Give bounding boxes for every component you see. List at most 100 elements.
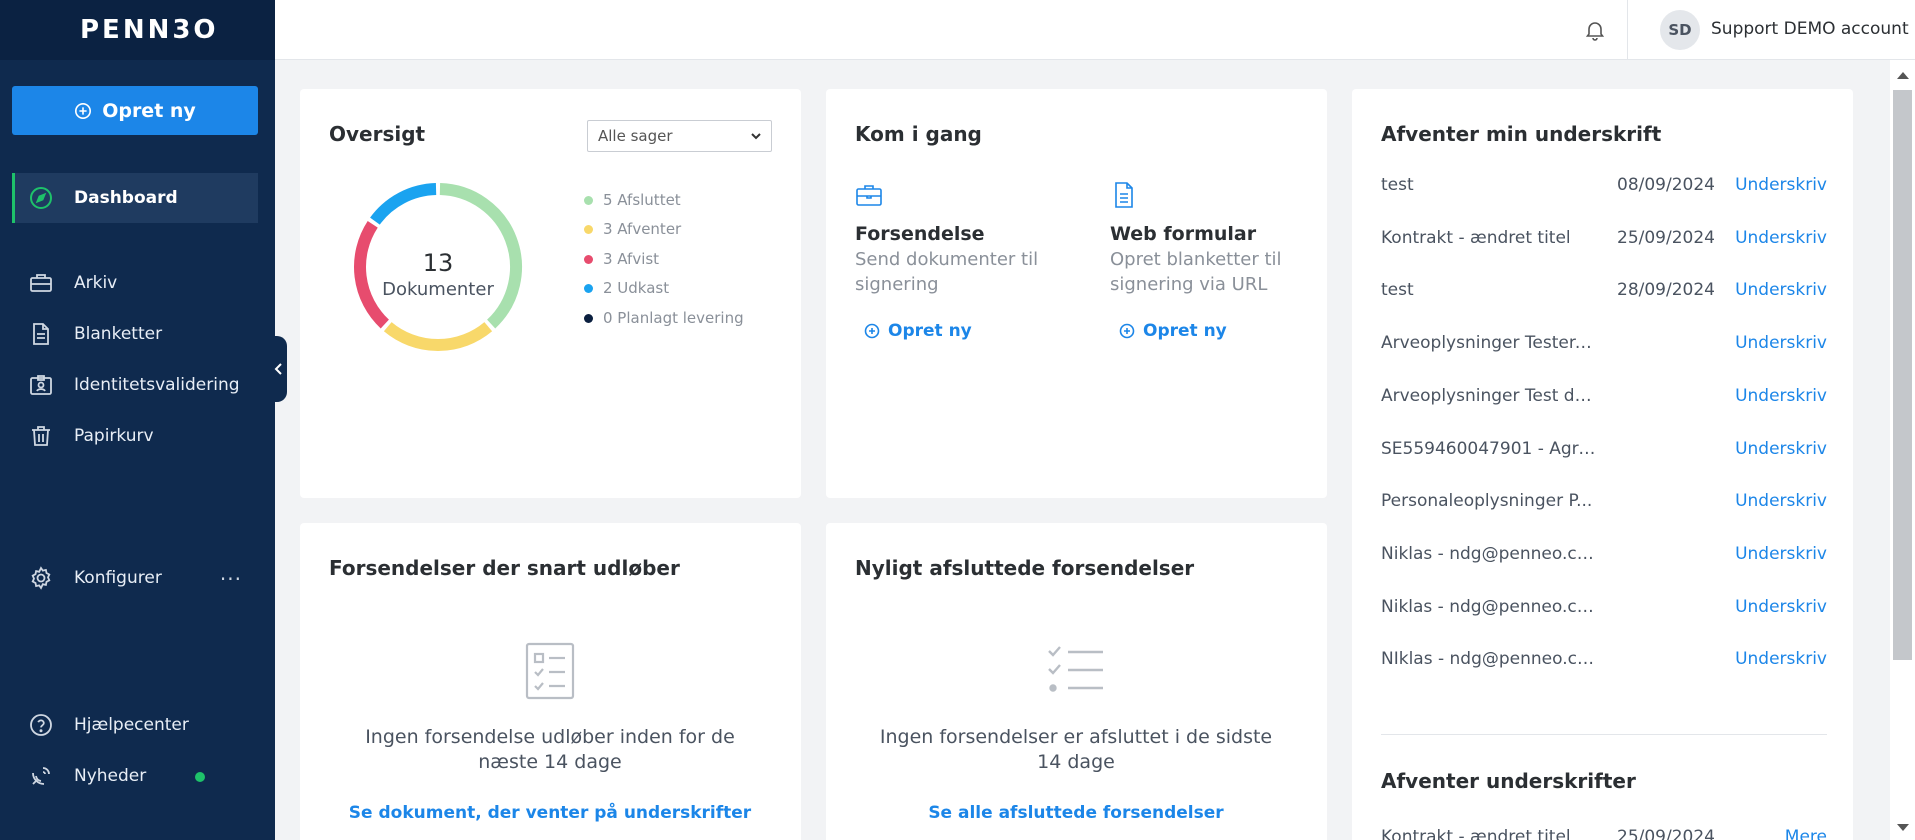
sidebar-item-forms[interactable]: Blanketter — [12, 309, 258, 359]
create-shipment-label: Opret ny — [888, 321, 972, 341]
row-date: 28/09/2024 — [1617, 280, 1715, 301]
sign-link[interactable]: Underskriv — [1735, 544, 1827, 564]
table-row: SE559460047901 - Agre... Underskriv — [1381, 439, 1827, 465]
topbar: SD Support DEMO account — [275, 0, 1915, 60]
topbar-divider — [1627, 0, 1628, 60]
collapse-sidebar-button[interactable] — [271, 336, 287, 402]
account-name[interactable]: Support DEMO account — [1711, 19, 1909, 39]
row-date: 25/09/2024 — [1617, 227, 1715, 248]
sign-link[interactable]: Underskriv — [1735, 597, 1827, 617]
shipment-description: Send dokumenter til signering — [855, 249, 1039, 295]
briefcase-icon — [28, 270, 54, 296]
checklist-icon — [525, 642, 575, 700]
expiring-shipments-card: Forsendelser der snart udløber Ingen for… — [300, 523, 801, 840]
chevron-down-icon — [751, 133, 761, 140]
plus-circle-icon — [1119, 323, 1135, 339]
sidebar-item-configure[interactable]: Konfigurer ··· — [12, 553, 258, 603]
sign-link[interactable]: Underskriv — [1735, 280, 1827, 300]
sidebar-item-dashboard[interactable]: Dashboard — [12, 173, 258, 223]
section-divider — [1381, 734, 1827, 735]
table-row: NIklas - ndg@penneo.com Underskriv — [1381, 649, 1827, 675]
recently-completed-card: Nyligt afsluttede forsendelser Ingen for… — [826, 523, 1327, 840]
overview-card: Oversigt Alle sager 13 Dokumenter 5 Afsl… — [300, 89, 801, 498]
compass-icon — [28, 185, 54, 211]
sign-link[interactable]: Underskriv — [1735, 175, 1827, 195]
view-completed-shipments-link[interactable]: Se alle afsluttede forsendelser — [826, 803, 1326, 823]
document-icon — [1115, 182, 1133, 208]
overview-title: Oversigt — [329, 122, 426, 146]
legend-dot — [584, 195, 593, 205]
legend-item-rejected: 3 Afvist — [584, 250, 659, 268]
legend-item-draft: 2 Udkast — [584, 279, 669, 297]
avatar[interactable]: SD — [1660, 10, 1700, 50]
news-indicator-dot — [195, 772, 205, 782]
sidebar-item-label: Papirkurv — [74, 426, 154, 446]
sidebar-item-trash[interactable]: Papirkurv — [12, 411, 258, 461]
row-date: 08/09/2024 — [1617, 175, 1715, 195]
scroll-up-arrow[interactable] — [1897, 72, 1909, 79]
getting-started-web-form: Web formular Opret blanketter til signer… — [1110, 181, 1330, 341]
legend-dot — [584, 254, 593, 264]
document-icon — [28, 321, 54, 347]
expiring-empty-text: Ingen forsendelse udløber inden for de n… — [365, 726, 735, 773]
web-form-description: Opret blanketter til signering via URL — [1110, 249, 1282, 295]
expiring-shipments-title: Forsendelser der snart udløber — [329, 556, 680, 580]
legend-item-pending: 3 Afventer — [584, 220, 681, 238]
scrollbar-thumb[interactable] — [1893, 90, 1912, 660]
sign-link[interactable]: Underskriv — [1735, 439, 1827, 459]
scroll-down-arrow[interactable] — [1897, 824, 1909, 831]
row-document-name: Kontrakt - ændret titel — [1381, 227, 1571, 248]
case-filter-value: Alle sager — [598, 127, 673, 145]
legend-label: 0 Planlagt levering — [603, 309, 744, 327]
sign-link[interactable]: Underskriv — [1735, 649, 1827, 669]
row-document-name: NIklas - ndg@penneo.com — [1381, 649, 1596, 670]
legend-dot — [584, 313, 593, 323]
sidebar-item-news[interactable]: Nyheder — [12, 751, 258, 801]
sign-link[interactable]: Underskriv — [1735, 228, 1827, 248]
sign-link[interactable]: Underskriv — [1735, 491, 1827, 511]
view-awaiting-documents-link[interactable]: Se dokument, der venter på underskrifter — [300, 803, 800, 823]
case-filter-select[interactable]: Alle sager — [587, 120, 772, 152]
sidebar-item-archive[interactable]: Arkiv — [12, 258, 258, 308]
row-document-name: Niklas - ndg@penneo.com — [1381, 596, 1596, 617]
legend-dot — [584, 283, 593, 293]
bell-icon[interactable] — [1583, 18, 1607, 42]
recently-completed-title: Nyligt afsluttede forsendelser — [855, 556, 1195, 580]
sidebar-item-label: Konfigurer — [74, 568, 162, 588]
row-document-name: Kontrakt - ændret titel — [1381, 827, 1571, 840]
legend-item-scheduled: 0 Planlagt levering — [584, 309, 744, 327]
sidebar-item-label: Arkiv — [74, 273, 118, 293]
table-row: Kontrakt - ændret titel 25/09/2024 Mere — [1381, 827, 1827, 840]
table-row: Arveoplysninger Test do... Underskriv — [1381, 386, 1827, 412]
sidebar-item-help-center[interactable]: Hjælpecenter — [12, 700, 258, 750]
table-row: Niklas - ndg@penneo.com Underskriv — [1381, 544, 1827, 570]
sidebar-item-label: Hjælpecenter — [74, 715, 189, 735]
table-row: Arveoplysninger Tester-i... Underskriv — [1381, 333, 1827, 359]
logo-bar: PENN3O — [0, 0, 275, 60]
sidebar-item-identity-validation[interactable]: Identitetsvalidering — [12, 360, 258, 410]
legend-label: 2 Udkast — [603, 279, 670, 297]
list-check-icon — [1048, 646, 1103, 692]
plus-circle-icon — [75, 102, 92, 119]
table-row: Personaleoplysninger P... Underskriv — [1381, 491, 1827, 517]
broadcast-icon — [28, 763, 54, 789]
sign-link[interactable]: Underskriv — [1735, 386, 1827, 406]
more-link[interactable]: Mere — [1785, 827, 1827, 840]
awaiting-signatures-title: Afventer underskrifter — [1381, 769, 1636, 793]
recently-completed-empty-text: Ingen forsendelser er afsluttet i de sid… — [879, 726, 1273, 773]
more-options-icon[interactable]: ··· — [220, 567, 242, 591]
getting-started-shipment: Forsendelse Send dokumenter til signerin… — [855, 181, 1075, 341]
penneo-logo[interactable]: PENN3O — [80, 15, 219, 45]
create-shipment-link[interactable]: Opret ny — [864, 321, 1075, 341]
awaiting-my-signature-title: Afventer min underskrift — [1381, 122, 1662, 146]
table-row: Kontrakt - ændret titel 25/09/2024 Undersk… — [1381, 228, 1827, 254]
create-web-form-label: Opret ny — [1143, 321, 1227, 341]
table-row: test 28/09/2024 Underskriv — [1381, 280, 1827, 306]
create-web-form-link[interactable]: Opret ny — [1119, 321, 1330, 341]
table-row: test 08/09/2024 Underskriv — [1381, 175, 1827, 201]
create-new-button[interactable]: Opret ny — [12, 86, 258, 135]
sidebar-item-label: Identitetsvalidering — [74, 375, 240, 395]
id-badge-icon — [28, 372, 54, 398]
sign-link[interactable]: Underskriv — [1735, 333, 1827, 353]
gear-icon — [28, 565, 54, 591]
